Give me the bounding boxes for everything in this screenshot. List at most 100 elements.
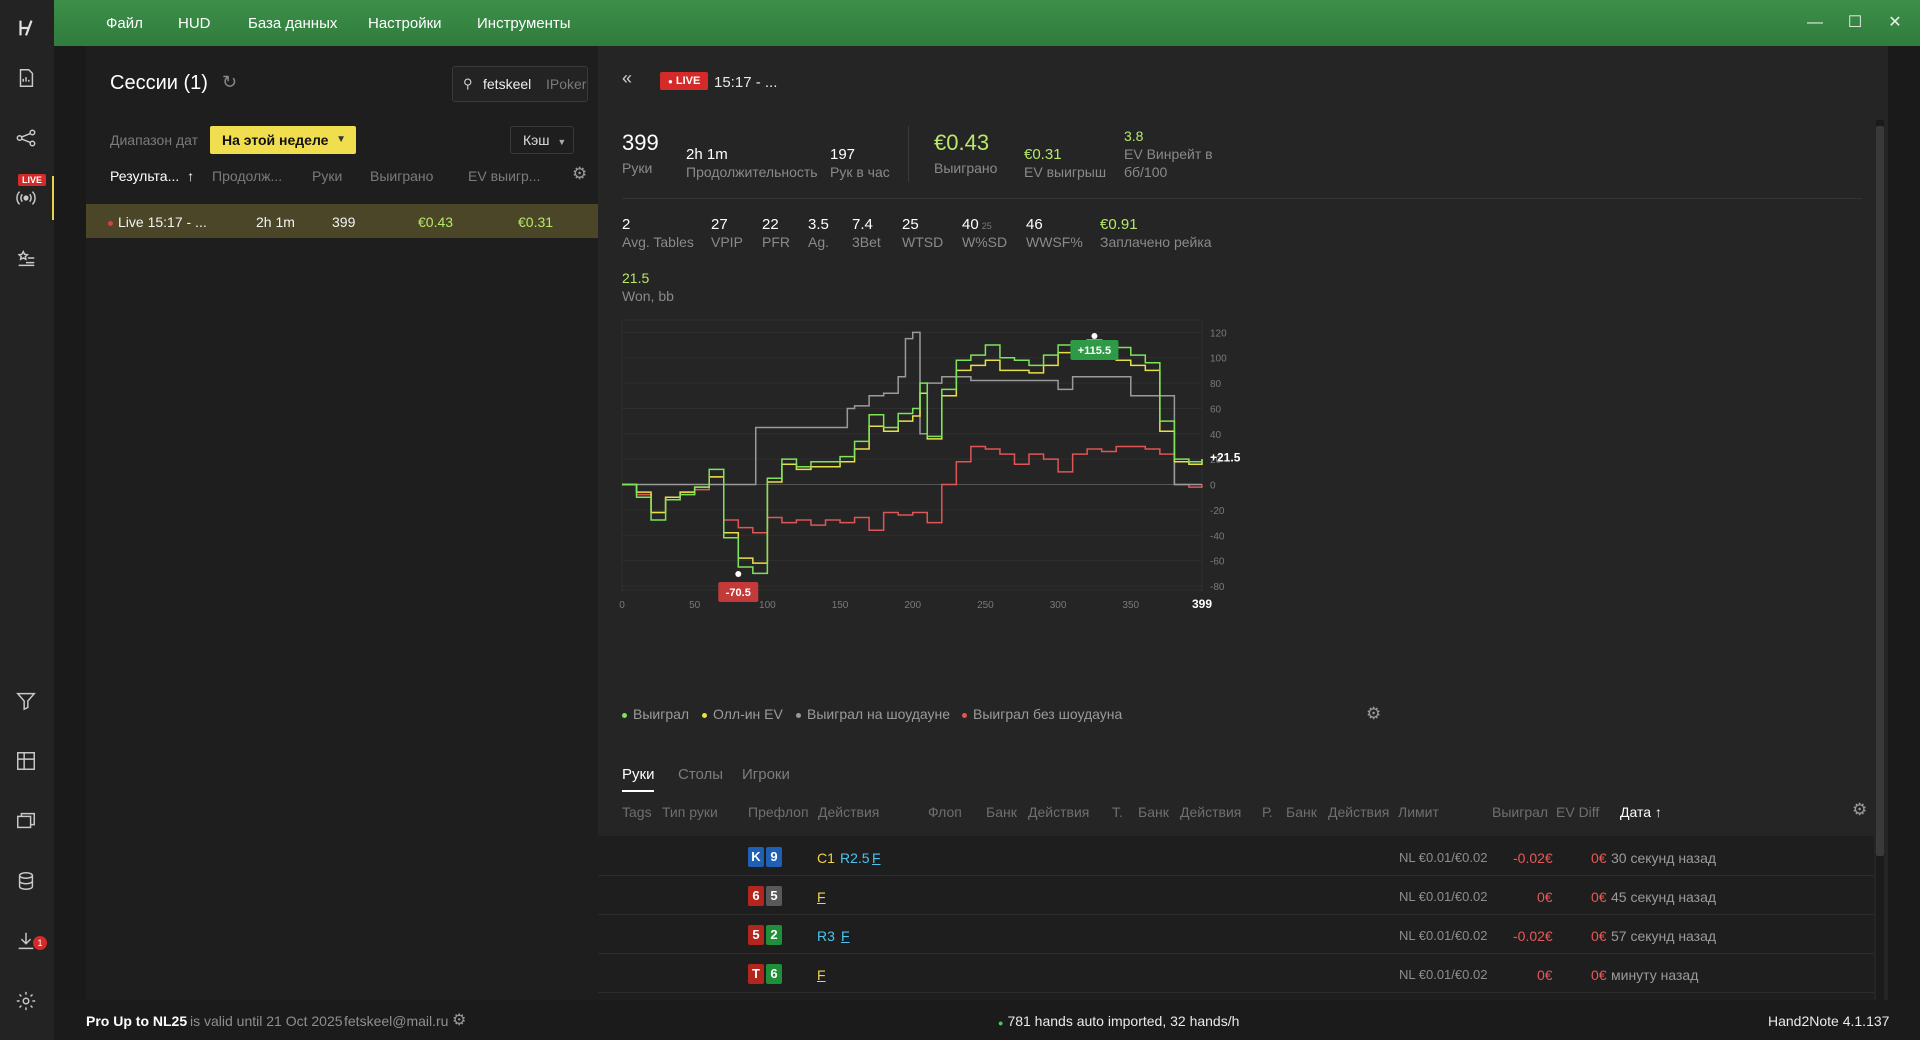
game-type-dropdown[interactable]: Кэш ▼ — [510, 126, 574, 154]
preflop-action: F — [817, 967, 826, 983]
title-bar: Файл HUD База данных Настройки Инструмен… — [0, 0, 1920, 46]
app-logo-icon — [12, 14, 40, 42]
chart-plot-area — [621, 319, 1203, 591]
table-row[interactable]: K 9 C1 R2.5 F NL €0.01/€0.02 -0.02€ 0€ 3… — [598, 838, 1874, 876]
chart-settings-icon[interactable]: ⚙ — [1366, 704, 1381, 724]
stat-avg-tables-label: Avg. Tables — [622, 234, 694, 250]
hole-card: 5 — [748, 925, 764, 945]
col-hand-type[interactable]: Тип руки — [662, 804, 718, 820]
filter-icon[interactable] — [12, 687, 40, 715]
session-name: Live 15:17 - ... — [108, 214, 207, 230]
layout-icon[interactable] — [12, 747, 40, 775]
col-river[interactable]: Р. — [1262, 804, 1273, 820]
chevron-down-icon: ▼ — [336, 134, 346, 145]
tab-active-underline — [622, 790, 654, 792]
live-broadcast-icon[interactable] — [12, 184, 40, 212]
col-won[interactable]: Выиграл — [1492, 804, 1548, 820]
refresh-icon[interactable]: ↻ — [222, 72, 237, 93]
legend-showdown: Выиграл на шоудауне — [796, 706, 950, 722]
col-ev-diff[interactable]: EV Diff — [1556, 804, 1599, 820]
col-duration[interactable]: Продолж... — [212, 168, 282, 184]
stat-rake-value: €0.91 — [1100, 216, 1138, 233]
collapse-left-icon[interactable]: « — [622, 68, 632, 89]
hole-card: 5 — [766, 886, 782, 906]
col-river-pot[interactable]: Банк — [1286, 804, 1317, 820]
menu-file[interactable]: Файл — [106, 15, 143, 32]
menu-tools[interactable]: Инструменты — [477, 15, 571, 32]
stat-pfr-label: PFR — [762, 234, 790, 250]
col-date[interactable]: Дата ↑ — [1620, 804, 1662, 820]
session-row[interactable]: Live 15:17 - ... 2h 1m 399 €0.43 €0.31 — [86, 204, 598, 238]
hole-card: 2 — [766, 925, 782, 945]
sort-arrow-icon: ↑ — [187, 168, 195, 184]
chart-y-tick-label: 0 — [1210, 481, 1216, 492]
table-row[interactable]: 5 2 R3 F NL €0.01/€0.02 -0.02€ 0€ 57 сек… — [598, 916, 1874, 954]
gear-icon[interactable] — [12, 987, 40, 1015]
menu-settings[interactable]: Настройки — [368, 15, 442, 32]
tab-players[interactable]: Игроки — [742, 766, 790, 783]
stat-won-label: Выиграно — [934, 160, 998, 176]
stat-won-value: €0.43 — [934, 130, 990, 155]
tab-hands[interactable]: Руки — [622, 766, 654, 783]
hand-date: 57 секунд назад — [1611, 928, 1717, 944]
database-icon[interactable] — [12, 867, 40, 895]
tab-tables[interactable]: Столы — [678, 766, 723, 783]
chart-y-tick-label: 80 — [1210, 379, 1222, 390]
minimize-icon[interactable]: — — [1800, 10, 1830, 36]
chart-x-tick-label: 50 — [689, 600, 701, 611]
col-limit[interactable]: Лимит — [1398, 804, 1439, 820]
col-preflop-actions[interactable]: Действия — [818, 804, 879, 820]
table-row[interactable]: 6 5 F NL €0.01/€0.02 0€ 0€ 45 секунд наз… — [598, 877, 1874, 915]
tables-icon[interactable] — [12, 807, 40, 835]
winnings-chart: 120100806040200-20-40-60-800 50 100 150 200 2… — [619, 319, 1241, 611]
legend-non-showdown: Выиграл без шоудауна — [962, 706, 1122, 722]
col-won[interactable]: Выиграно — [370, 168, 433, 184]
chart-y-tick-label: -20 — [1210, 506, 1225, 517]
scrollbar-thumb[interactable] — [1876, 126, 1884, 856]
col-ev-won[interactable]: EV выигр... — [468, 168, 540, 184]
stats-divider — [908, 126, 909, 182]
stat-3bet-value: 7.4 — [852, 216, 873, 233]
stat-wtsd-label: WTSD — [902, 234, 944, 250]
menu-hud[interactable]: HUD — [178, 15, 211, 32]
stat-vpip-label: VPIP — [711, 234, 743, 250]
user-name: fetskeel — [483, 76, 532, 92]
col-flop-pot[interactable]: Банк — [986, 804, 1017, 820]
maximize-icon[interactable]: ☐ — [1840, 10, 1870, 36]
account-settings-icon[interactable]: ⚙ — [452, 1010, 466, 1030]
user-selector[interactable]: ⚲ fetskeel IPoker — [452, 66, 588, 102]
chart-series-line — [622, 346, 1203, 564]
stat-wsd-label: W%SD — [962, 234, 1008, 250]
stats-separator — [622, 198, 1862, 199]
stat-hands-per-hour-value: 197 — [830, 146, 856, 163]
col-preflop[interactable]: Префлоп — [748, 804, 809, 820]
table-row[interactable]: T 6 F NL €0.01/€0.02 0€ 0€ минуту назад — [598, 955, 1874, 993]
stat-duration-value: 2h 1m — [686, 146, 728, 163]
columns-settings-icon[interactable]: ⚙ — [572, 164, 587, 184]
session-hands: 399 — [332, 214, 356, 230]
table-settings-icon[interactable]: ⚙ — [1852, 800, 1867, 820]
col-river-actions[interactable]: Действия — [1328, 804, 1389, 820]
status-bar: Pro Up to NL25 is valid until 21 Oct 202… — [54, 1000, 1920, 1040]
close-icon[interactable]: ✕ — [1880, 10, 1910, 36]
legend-won: Выиграл — [622, 706, 689, 722]
starred-list-icon[interactable] — [12, 244, 40, 272]
col-flop-actions[interactable]: Действия — [1028, 804, 1089, 820]
legend-allin-ev: Олл-ин EV — [702, 706, 783, 722]
col-hands[interactable]: Руки — [312, 168, 342, 184]
menu-database[interactable]: База данных — [248, 15, 337, 32]
col-turn-actions[interactable]: Действия — [1180, 804, 1241, 820]
stat-hands-per-hour-label: Рук в час — [830, 164, 890, 180]
col-tags[interactable]: Tags — [622, 804, 652, 820]
date-range-dropdown[interactable]: На этой неделе ▼ — [210, 126, 356, 154]
stat-hands-value: 399 — [622, 130, 659, 155]
share-icon[interactable] — [12, 124, 40, 152]
chart-x-tick-label: 100 — [759, 600, 776, 611]
live-dot-icon — [108, 220, 113, 226]
col-turn[interactable]: Т. — [1112, 804, 1123, 820]
col-flop[interactable]: Флоп — [928, 804, 962, 820]
col-result[interactable]: Результа... ↑ — [110, 168, 194, 184]
report-icon[interactable] — [12, 64, 40, 92]
scrollbar[interactable] — [1876, 120, 1884, 1000]
col-turn-pot[interactable]: Банк — [1138, 804, 1169, 820]
